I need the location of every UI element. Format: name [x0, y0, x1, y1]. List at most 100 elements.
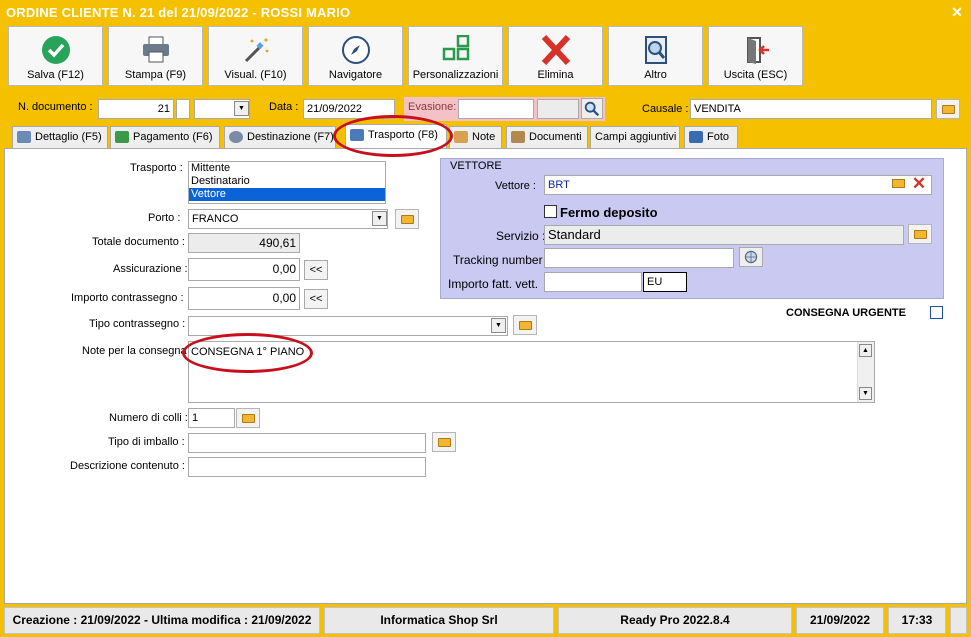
doc-number-label: N. documento :: [18, 101, 93, 113]
note-icon: [454, 131, 468, 144]
tab-note[interactable]: Note: [449, 126, 502, 148]
toolbar: Salva (F12) Stampa (F9) Visual. (F10) Na…: [4, 24, 967, 90]
tab-dettaglio[interactable]: Dettaglio (F5): [12, 126, 108, 148]
totale-label: Totale documento :: [92, 236, 185, 248]
colli-folder-button[interactable]: [236, 408, 260, 428]
save-label: Salva (F12): [27, 69, 84, 81]
tab-campi-label: Campi aggiuntivi: [595, 131, 677, 143]
fermo-deposito-label: Fermo deposito: [560, 205, 658, 220]
folder-icon[interactable]: [892, 179, 905, 188]
list-item-selected[interactable]: Vettore: [189, 188, 385, 201]
scrollbar[interactable]: ▲ ▼: [857, 342, 874, 402]
tab-dettaglio-label: Dettaglio (F5): [35, 131, 102, 143]
print-label: Stampa (F9): [124, 69, 187, 81]
documents-icon: [511, 131, 525, 144]
descrizione-contenuto-input[interactable]: [188, 457, 426, 477]
assicurazione-back-button[interactable]: <<: [304, 260, 328, 280]
vettore-label: Vettore :: [495, 180, 536, 192]
causale-input[interactable]: VENDITA: [690, 99, 932, 119]
globe-icon: [744, 250, 758, 264]
tipo-imballo-input[interactable]: [188, 433, 426, 453]
tracking-globe-button[interactable]: [739, 247, 763, 267]
consegna-urgente-checkbox[interactable]: [930, 306, 943, 319]
navigator-button[interactable]: Navigatore: [308, 26, 403, 86]
evasione-date-input[interactable]: [458, 99, 534, 119]
delete-label: Elimina: [537, 69, 574, 81]
descrizione-contenuto-label: Descrizione contenuto :: [70, 460, 185, 472]
chevron-down-icon[interactable]: ▼: [491, 318, 506, 333]
tab-foto[interactable]: Foto: [684, 126, 738, 148]
status-version: Ready Pro 2022.8.4: [558, 607, 792, 634]
trasporto-label: Trasporto :: [130, 162, 183, 174]
currency-input[interactable]: EU: [643, 272, 687, 292]
assicurazione-input[interactable]: 0,00: [188, 258, 300, 281]
clear-vettore-icon[interactable]: ✕: [910, 175, 928, 193]
more-button[interactable]: Altro: [608, 26, 703, 86]
scroll-up-icon[interactable]: ▲: [859, 344, 872, 357]
contrassegno-back-button[interactable]: <<: [304, 289, 328, 309]
tipo-contrassegno-folder-button[interactable]: [513, 315, 537, 335]
tab-campi-aggiuntivi[interactable]: Campi aggiuntivi: [590, 126, 680, 148]
close-icon[interactable]: ✕: [948, 3, 966, 21]
tracking-input[interactable]: [544, 248, 734, 268]
vettore-input[interactable]: BRT: [544, 175, 932, 195]
exit-button[interactable]: Uscita (ESC): [708, 26, 803, 86]
tab-pagamento-label: Pagamento (F6): [133, 131, 213, 143]
globe-icon: [229, 131, 243, 144]
list-item[interactable]: Mittente: [189, 162, 385, 175]
navigator-label: Navigatore: [328, 69, 383, 81]
folder-icon: [519, 321, 532, 330]
tipo-contrassegno-label: Tipo contrassegno :: [89, 318, 186, 330]
scroll-down-icon[interactable]: ▼: [859, 387, 872, 400]
list-item[interactable]: Destinatario: [189, 175, 385, 188]
servizio-folder-button[interactable]: [908, 224, 932, 244]
assicurazione-label: Assicurazione :: [113, 263, 188, 275]
compass-icon: [342, 36, 370, 64]
chevron-down-icon[interactable]: ▼: [372, 211, 387, 226]
numero-colli-input[interactable]: 1: [188, 408, 235, 428]
magnifier-icon: [584, 101, 600, 117]
porto-select[interactable]: FRANCO: [188, 209, 388, 229]
importo-contrassegno-input[interactable]: 0,00: [188, 287, 300, 310]
customize-button[interactable]: Personalizzazioni: [408, 26, 503, 86]
tracking-label: Tracking number :: [453, 253, 550, 267]
delete-button[interactable]: Elimina: [508, 26, 603, 86]
porto-folder-button[interactable]: [395, 209, 419, 229]
more-label: Altro: [644, 69, 667, 81]
evasione-extra-input[interactable]: [537, 99, 579, 119]
preview-label: Visual. (F10): [224, 69, 287, 81]
status-company: Informatica Shop Srl: [324, 607, 554, 634]
importo-vettore-input[interactable]: [544, 272, 642, 292]
servizio-value[interactable]: Standard: [544, 225, 904, 245]
tab-destinazione[interactable]: Destinazione (F7): [224, 126, 336, 148]
save-button[interactable]: Salva (F12): [8, 26, 103, 86]
imballo-folder-button[interactable]: [432, 432, 456, 452]
tab-note-label: Note: [472, 131, 496, 143]
annotation-ellipse: [182, 333, 313, 373]
trasporto-listbox[interactable]: Mittente Destinatario Vettore: [188, 161, 386, 204]
camera-icon: [689, 131, 703, 144]
annotation-ellipse: [333, 115, 453, 157]
totale-value: 490,61: [188, 233, 300, 253]
folder-icon: [914, 230, 927, 239]
numero-colli-label: Numero di colli :: [109, 412, 188, 424]
print-button[interactable]: Stampa (F9): [108, 26, 203, 86]
consegna-urgente-label: CONSEGNA URGENTE: [786, 307, 906, 319]
vettore-group-title: VETTORE: [450, 160, 502, 172]
tab-pagamento[interactable]: Pagamento (F6): [110, 126, 220, 148]
evasione-search-button[interactable]: [581, 98, 603, 119]
tab-documenti[interactable]: Documenti: [506, 126, 588, 148]
chevron-down-icon[interactable]: ▼: [234, 101, 249, 116]
fermo-deposito-checkbox[interactable]: [544, 205, 557, 218]
note-consegna-label: Note per la consegna :: [82, 345, 193, 357]
status-date: 21/09/2022: [796, 607, 884, 634]
doc-number-input[interactable]: 21: [98, 99, 174, 119]
money-icon: [115, 131, 129, 144]
title-bar: ORDINE CLIENTE N. 21 del 21/09/2022 - RO…: [0, 0, 971, 24]
doc-suffix-input[interactable]: [176, 99, 190, 119]
tab-foto-label: Foto: [707, 131, 730, 143]
check-circle-icon: [42, 36, 70, 64]
causale-folder-button[interactable]: [936, 99, 960, 119]
delete-x-icon: [541, 35, 571, 65]
preview-button[interactable]: Visual. (F10): [208, 26, 303, 86]
